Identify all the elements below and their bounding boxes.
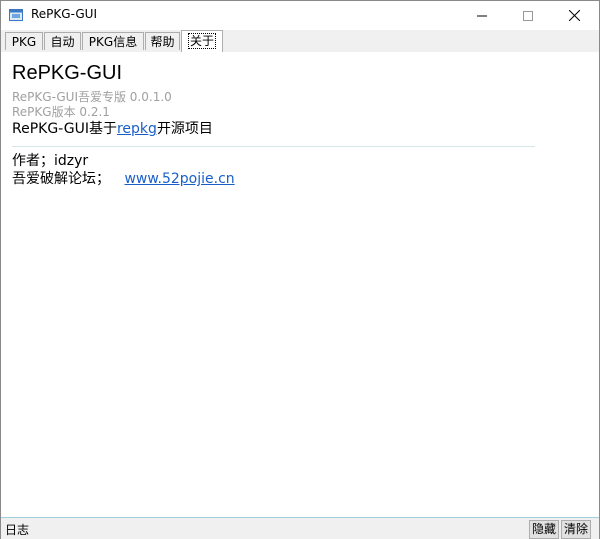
site-line: 吾爱破解论坛； www.52pojie.cn: [12, 168, 235, 188]
tab-label: PKG信息: [88, 35, 138, 49]
title-bar: RePKG-GUI: [1, 1, 599, 30]
tab-pkg-info[interactable]: PKG信息: [82, 32, 144, 50]
tab-about[interactable]: 关于: [181, 30, 223, 52]
close-button[interactable]: [551, 1, 597, 30]
maximize-button[interactable]: [505, 1, 551, 30]
tab-label: 自动: [50, 35, 75, 49]
site-label: 吾爱破解论坛；: [12, 171, 110, 187]
minimize-icon: [477, 15, 487, 16]
tab-label: 关于: [187, 33, 217, 49]
app-icon: [8, 7, 24, 23]
divider: [12, 146, 535, 147]
description-suffix: 开源项目: [156, 121, 213, 137]
hide-button[interactable]: 隐藏: [529, 520, 560, 539]
log-bar: 日志 隐藏 清除: [1, 517, 599, 539]
minimize-button[interactable]: [459, 1, 505, 30]
app-window: RePKG-GUI PKG 自动 PKG信息 帮助 关于 RePKG-GUI R…: [0, 0, 600, 539]
tab-strip: PKG 自动 PKG信息 帮助 关于: [1, 30, 599, 53]
log-label: 日志: [5, 523, 30, 537]
site-link[interactable]: www.52pojie.cn: [124, 171, 234, 187]
close-icon: [568, 10, 580, 21]
tab-label: PKG: [11, 35, 37, 49]
about-panel: RePKG-GUI RePKG-GUI吾爱专版 0.0.1.0 RePKG版本 …: [1, 52, 599, 517]
author-text: 作者；idzyr: [12, 153, 89, 169]
clear-button[interactable]: 清除: [561, 520, 592, 539]
tab-label: 帮助: [150, 35, 175, 49]
tab-auto[interactable]: 自动: [44, 32, 81, 50]
description-prefix: RePKG-GUI基于: [12, 121, 117, 137]
repkg-link[interactable]: repkg: [117, 121, 157, 137]
tab-help[interactable]: 帮助: [145, 32, 180, 50]
window-title: RePKG-GUI: [31, 7, 97, 21]
maximize-icon: [523, 10, 533, 21]
description: RePKG-GUI基于repkg开源项目: [12, 118, 213, 138]
tab-pkg[interactable]: PKG: [5, 32, 43, 50]
app-name-heading: RePKG-GUI: [12, 62, 123, 84]
